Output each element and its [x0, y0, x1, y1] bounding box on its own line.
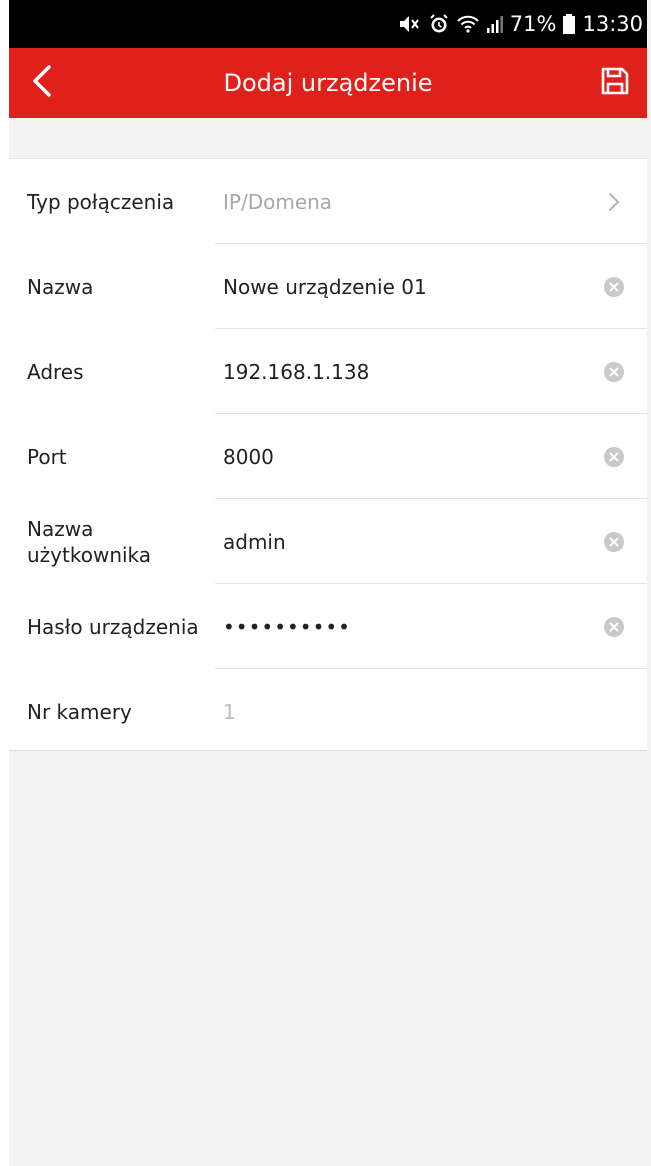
camera-number-label: Nr kamery — [27, 699, 132, 724]
status-icons: 71% 13:30 — [398, 0, 643, 48]
row-username: Nazwa użytkownika admin — [9, 499, 647, 584]
clear-icon[interactable] — [599, 329, 629, 414]
battery-icon — [562, 13, 576, 35]
clear-icon[interactable] — [599, 414, 629, 499]
connection-type-value: IP/Domena — [223, 189, 333, 214]
name-label: Nazwa — [27, 274, 94, 299]
header-spacer — [9, 118, 647, 158]
address-label: Adres — [27, 359, 84, 384]
alarm-icon — [428, 13, 450, 35]
password-input[interactable]: •••••••••• — [223, 584, 587, 669]
username-input[interactable]: admin — [223, 499, 587, 584]
row-connection-type[interactable]: Typ połączenia IP/Domena — [9, 159, 647, 244]
chevron-right-icon — [599, 159, 629, 244]
back-button[interactable] — [17, 57, 67, 109]
row-port: Port 8000 — [9, 414, 647, 499]
clear-icon[interactable] — [599, 499, 629, 584]
status-bar: 71% 13:30 — [9, 0, 647, 48]
save-icon — [600, 66, 630, 100]
clear-icon[interactable] — [599, 584, 629, 669]
page-title: Dodaj urządzenie — [223, 69, 433, 97]
address-input[interactable]: 192.168.1.138 — [223, 329, 587, 414]
phone-screen: 71% 13:30 Dodaj urządzenie Typ połączeni… — [9, 0, 647, 1166]
chevron-left-icon — [29, 64, 55, 102]
port-label: Port — [27, 444, 67, 469]
row-password: Hasło urządzenia •••••••••• — [9, 584, 647, 669]
row-address: Adres 192.168.1.138 — [9, 329, 647, 414]
username-label-line2: użytkownika — [27, 542, 152, 567]
username-label: Nazwa użytkownika — [27, 499, 217, 584]
row-name: Nazwa Nowe urządzenie 01 — [9, 244, 647, 329]
save-button[interactable] — [589, 57, 641, 109]
top-app-bar: Dodaj urządzenie — [9, 48, 647, 118]
connection-type-label: Typ połączenia — [27, 189, 175, 214]
battery-percent: 71% — [509, 12, 557, 36]
wifi-icon — [456, 14, 480, 34]
left-edge — [0, 0, 9, 1166]
name-input[interactable]: Nowe urządzenie 01 — [223, 244, 587, 329]
device-form: Typ połączenia IP/Domena Nazwa Nowe urzą… — [9, 158, 647, 751]
password-label: Hasło urządzenia — [27, 614, 199, 639]
signal-icon — [486, 14, 504, 34]
camera-number-input[interactable]: 1 — [223, 669, 587, 754]
username-label-line1: Nazwa — [27, 516, 94, 541]
port-input[interactable]: 8000 — [223, 414, 587, 499]
app-frame: 71% 13:30 Dodaj urządzenie Typ połączeni… — [0, 0, 651, 1166]
clock-time: 13:30 — [582, 12, 643, 36]
mute-icon — [398, 13, 422, 35]
clear-icon[interactable] — [599, 244, 629, 329]
row-camera-number: Nr kamery 1 — [9, 669, 647, 754]
